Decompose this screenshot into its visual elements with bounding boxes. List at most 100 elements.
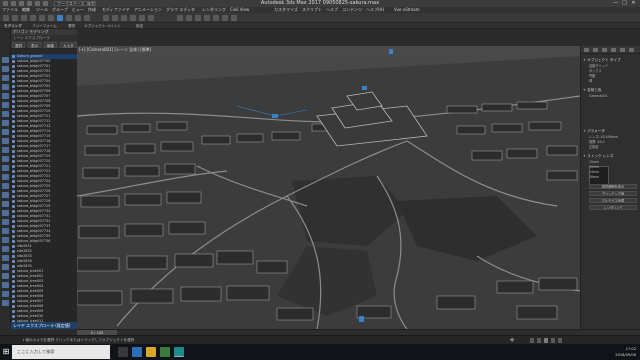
explorer-filter-icon[interactable] (2, 102, 9, 108)
3ds-max-task-icon[interactable] (174, 347, 184, 357)
align-icon[interactable] (177, 15, 183, 21)
explorer-filter-icon[interactable] (2, 174, 9, 180)
visibility-icon[interactable] (12, 315, 15, 318)
visibility-icon[interactable] (12, 155, 15, 158)
layer-icon[interactable] (186, 15, 192, 21)
visibility-icon[interactable] (12, 205, 15, 208)
visibility-icon[interactable] (12, 305, 15, 308)
visibility-icon[interactable] (12, 60, 15, 63)
visibility-icon[interactable] (12, 130, 15, 133)
explorer-filter-icon[interactable] (2, 273, 9, 279)
maximize-button[interactable]: □ (621, 0, 628, 7)
unlink-icon[interactable] (30, 15, 36, 21)
rollout-property[interactable]: 自動グリッド (589, 64, 639, 68)
visibility-icon[interactable] (12, 115, 15, 118)
visibility-icon[interactable] (12, 190, 15, 193)
visibility-icon[interactable] (12, 160, 15, 163)
select-object-icon[interactable] (57, 15, 63, 21)
mirror-icon[interactable] (148, 15, 154, 21)
explorer-filter-icon[interactable] (2, 300, 9, 306)
visibility-icon[interactable] (12, 105, 15, 108)
visibility-icon[interactable] (12, 80, 15, 83)
edge-browser-icon[interactable] (132, 347, 142, 357)
create-tab-icon[interactable] (584, 48, 589, 52)
explorer-filter-icon[interactable] (2, 165, 9, 171)
visibility-icon[interactable] (12, 310, 15, 313)
selection-filter-icon[interactable] (48, 15, 54, 21)
utilities-tab-icon[interactable] (629, 48, 634, 52)
minimize-button[interactable]: — (612, 0, 619, 7)
visibility-icon[interactable] (12, 275, 15, 278)
visibility-icon[interactable] (12, 85, 15, 88)
display-tab-icon[interactable] (620, 48, 625, 52)
viewport-label[interactable]: [+] [Camera001] [シーン 全体] [標準] (79, 47, 151, 53)
command-button[interactable]: 環境範囲を表示 (589, 184, 637, 189)
rollout-property[interactable]: 視野: 45.0 (589, 140, 639, 144)
camera-viewport[interactable]: [+] [Camera001] [シーン 全体] [標準] (77, 46, 580, 329)
rollout-property[interactable]: 円錐 (589, 74, 639, 78)
explorer-filter-icon[interactable] (2, 237, 9, 243)
visibility-icon[interactable] (12, 300, 15, 303)
rollout-property[interactable]: 15mm (589, 160, 639, 164)
visibility-icon[interactable] (12, 125, 15, 128)
file-explorer-icon[interactable] (146, 347, 156, 357)
rollout-property[interactable]: ボックス (589, 69, 639, 73)
explorer-filter-icon[interactable] (2, 84, 9, 90)
scene-object-list[interactable]: Sakura_ground sakura_bldg007700 sakura_bld… (11, 54, 77, 322)
explorer-filter-icon[interactable] (2, 210, 9, 216)
visibility-icon[interactable] (12, 140, 15, 143)
go-to-end-icon[interactable] (558, 338, 562, 343)
visibility-icon[interactable] (12, 175, 15, 178)
rollout-property[interactable]: レンズ: 43.456mm (589, 135, 639, 139)
rollout-property[interactable]: 正投影 (589, 145, 639, 149)
visibility-icon[interactable] (12, 270, 15, 273)
visibility-icon[interactable] (12, 120, 15, 123)
explorer-filter-icon[interactable] (2, 219, 9, 225)
undo-icon[interactable] (3, 15, 9, 21)
hierarchy-tab-icon[interactable] (602, 48, 607, 52)
store-icon[interactable] (160, 347, 170, 357)
visibility-icon[interactable] (12, 240, 15, 243)
visibility-icon[interactable] (12, 180, 15, 183)
rollout-header[interactable]: + オブジェクト タイプ (583, 58, 639, 63)
visibility-icon[interactable] (12, 135, 15, 138)
visibility-icon[interactable] (12, 280, 15, 283)
visibility-icon[interactable] (12, 185, 15, 188)
visibility-icon[interactable] (12, 245, 15, 248)
explorer-filter-icon[interactable] (2, 246, 9, 252)
close-button[interactable]: ✕ (630, 0, 637, 7)
material-editor-icon[interactable] (204, 15, 210, 21)
rollout-header[interactable]: + 名前と色 (583, 88, 639, 93)
visibility-icon[interactable] (12, 285, 15, 288)
visibility-icon[interactable] (12, 150, 15, 153)
scene-tool-0[interactable]: 選択 (12, 42, 26, 48)
rect-select-icon[interactable] (75, 15, 81, 21)
next-frame-icon[interactable] (551, 338, 555, 343)
command-button[interactable]: マルチパス効果 (589, 198, 637, 203)
rollout-property[interactable]: 球 (589, 79, 639, 83)
bind-icon[interactable] (39, 15, 45, 21)
pivot-icon[interactable] (139, 15, 145, 21)
scene-tool-1[interactable]: 表示 (28, 42, 42, 48)
move-icon[interactable] (103, 15, 109, 21)
explorer-filter-icon[interactable] (2, 201, 9, 207)
windows-start-icon[interactable]: ⊞ (0, 344, 12, 360)
explorer-filter-icon[interactable] (2, 66, 9, 72)
taskbar-search-input[interactable]: ここに入力して検索 (12, 345, 110, 359)
visibility-icon[interactable] (12, 260, 15, 263)
rollout-property[interactable]: 24mm (589, 170, 639, 174)
curve-editor-icon[interactable] (195, 15, 201, 21)
link-icon[interactable] (21, 15, 27, 21)
scene-tool-3[interactable]: カスタマイズ (60, 42, 77, 54)
visibility-icon[interactable] (12, 255, 15, 258)
visibility-icon[interactable] (12, 90, 15, 93)
visibility-icon[interactable] (12, 70, 15, 73)
explorer-filter-icon[interactable] (2, 264, 9, 270)
explorer-filter-icon[interactable] (2, 282, 9, 288)
play-icon[interactable] (544, 338, 548, 343)
render-frame-icon[interactable] (222, 15, 228, 21)
set-key-button[interactable]: + (508, 337, 516, 344)
visibility-icon[interactable] (12, 295, 15, 298)
go-to-start-icon[interactable] (530, 338, 534, 343)
select-by-name-icon[interactable] (66, 15, 72, 21)
